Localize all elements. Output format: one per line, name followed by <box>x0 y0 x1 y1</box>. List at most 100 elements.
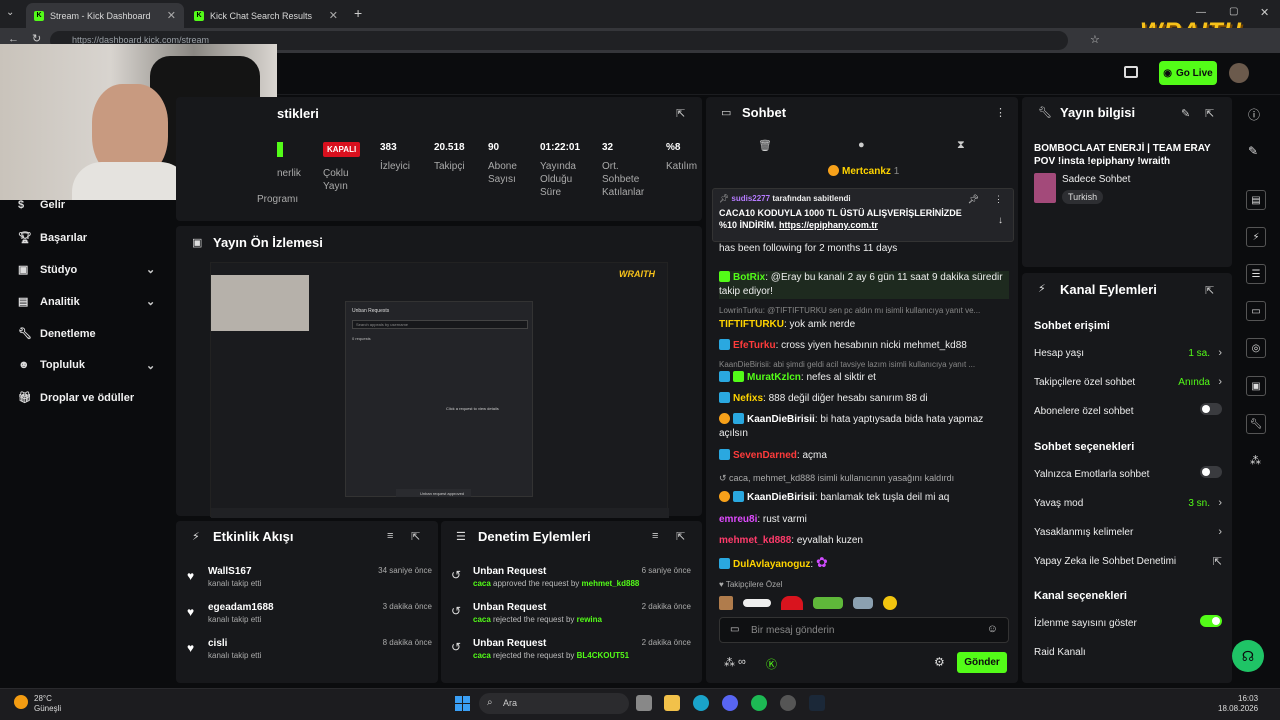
emote-row[interactable] <box>719 594 1009 612</box>
close-tab-icon[interactable]: ✕ <box>167 9 176 22</box>
sidebar-item-community[interactable]: ☻ Topluluk ⌄ <box>18 359 155 372</box>
clock[interactable]: 16:03 18.08.2026 <box>1218 694 1258 714</box>
ai-moderation-setting[interactable]: Yapay Zeka ile Sohbet Denetimi ⇱ <box>1034 556 1222 568</box>
wrench-widget-icon[interactable]: 🔧︎ <box>1246 414 1266 434</box>
chevron-right-icon: › <box>1218 497 1222 509</box>
chat-message: MuratKzlcn: nefes al siktir et <box>719 371 1009 385</box>
collapse-arrow-icon[interactable]: ↓ <box>998 215 1003 226</box>
external-link-icon: ⇱ <box>1212 556 1222 568</box>
filter-icon[interactable]: ≡ <box>652 530 658 542</box>
followers-only-setting[interactable]: Takipçilere özel sohbet Anında › <box>1034 376 1222 388</box>
file-explorer-icon[interactable] <box>664 695 680 711</box>
media-widget-icon[interactable]: ▣ <box>1246 376 1266 396</box>
search-icon: ⌕ <box>487 697 493 708</box>
status-green-chip <box>277 142 283 157</box>
show-viewcount-toggle[interactable] <box>1200 615 1222 627</box>
unpin-icon[interactable]: 📌︎ <box>968 194 979 205</box>
emote-icon[interactable] <box>719 596 733 610</box>
spotify-icon[interactable] <box>751 695 767 711</box>
slow-mode-setting[interactable]: Yavaş mod 3 sn. › <box>1034 497 1222 509</box>
studio-icon: ▣ <box>18 264 29 276</box>
chat-input[interactable]: ▭ Bir mesaj gönderin ☺ <box>719 617 1009 643</box>
more-vertical-icon[interactable]: ⋮ <box>994 194 1003 205</box>
pinned-link[interactable]: https://epiphany.com.tr <box>779 220 878 230</box>
gift-badge-icon <box>828 165 839 176</box>
popout-icon[interactable]: ⇱ <box>676 530 685 543</box>
support-chat-button[interactable]: ☊ <box>1232 640 1264 672</box>
banned-words-setting[interactable]: Yasaklanmış kelimeler › <box>1034 526 1222 538</box>
chat-widget-icon[interactable]: ▭ <box>1246 301 1266 321</box>
sidebar-item-studio[interactable]: ▣ Stüdyo ⌄ <box>18 263 155 277</box>
category-name[interactable]: Sadece Sohbet <box>1062 174 1130 185</box>
emote-icon[interactable] <box>883 596 897 610</box>
sparkle-icon[interactable]: ⁂ <box>724 656 735 669</box>
minimize-window-icon[interactable]: — <box>1196 7 1206 18</box>
maximize-window-icon[interactable]: ▢ <box>1229 6 1238 17</box>
language-tag: Turkish <box>1062 190 1104 204</box>
kick-favicon-icon: K <box>194 10 204 21</box>
bookmark-star-icon[interactable]: ☆ <box>1090 33 1100 46</box>
sidebar-item-analytics[interactable]: ▤ Analitik ⌄ <box>18 295 155 309</box>
broadcast-widget-icon[interactable]: ◎ <box>1246 338 1266 358</box>
gear-icon[interactable]: ⚙ <box>934 655 945 669</box>
avatar[interactable] <box>1229 63 1249 83</box>
emote-only-toggle[interactable] <box>1200 466 1222 478</box>
app-icon[interactable] <box>780 695 796 711</box>
kick-k-icon[interactable]: Ⓚ <box>766 656 777 672</box>
sidebar-item-revenue[interactable]: $ Gelir <box>18 199 65 211</box>
emote-icon[interactable] <box>781 596 803 610</box>
taskbar-search[interactable]: ⌕ Ara <box>479 693 629 714</box>
close-tab-icon[interactable]: ✕ <box>329 9 338 22</box>
more-vertical-icon[interactable]: ⋮ <box>995 106 1006 119</box>
close-window-icon[interactable]: ✕ <box>1260 6 1269 19</box>
trash-icon[interactable]: 🗑︎ <box>758 139 772 152</box>
edge-icon[interactable] <box>693 695 709 711</box>
sub-badge-icon <box>719 339 730 350</box>
community-widget-icon[interactable]: ⁂ <box>1250 454 1261 467</box>
emote-icon[interactable] <box>853 597 873 609</box>
popout-icon[interactable]: ⇱ <box>676 107 685 120</box>
browser-tab-dashboard[interactable]: K Stream - Kick Dashboard ✕ <box>26 3 184 28</box>
sidebar-item-achievements[interactable]: 🏆︎ Başarılar <box>18 231 87 245</box>
stats-widget-icon[interactable]: ▤ <box>1246 190 1266 210</box>
weather-widget[interactable]: 28°C Güneşli <box>34 694 61 714</box>
browser-tab-chat-search[interactable]: K Kick Chat Search Results ✕ <box>186 3 346 28</box>
popout-icon[interactable]: ⇱ <box>411 530 420 543</box>
popout-icon[interactable]: ⇱ <box>1205 107 1214 120</box>
popout-icon[interactable]: ⇱ <box>1205 284 1214 297</box>
discord-icon[interactable] <box>722 695 738 711</box>
emote-icon[interactable] <box>813 597 843 609</box>
tab-list-chevron-icon[interactable]: ⌄ <box>6 7 14 18</box>
raid-channel-setting[interactable]: Raid Kanalı <box>1034 647 1222 658</box>
emote-icon[interactable] <box>743 599 771 607</box>
edit-icon[interactable]: ✎ <box>1181 107 1190 120</box>
list-widget-icon[interactable]: ☰ <box>1246 264 1266 284</box>
community-icon: ☻ <box>18 359 30 371</box>
new-tab-icon[interactable]: + <box>354 5 362 21</box>
verified-badge-icon <box>733 371 744 382</box>
lightning-icon: ⚡︎ <box>192 531 200 543</box>
filter-icon[interactable]: ≡ <box>387 530 393 542</box>
history-icon: ↺ <box>719 473 730 483</box>
chevron-down-icon: ⌄ <box>146 264 156 276</box>
lightning-widget-icon[interactable]: ⚡︎ <box>1246 227 1266 247</box>
account-age-setting[interactable]: Hesap yaşı 1 sa. › <box>1034 347 1222 359</box>
start-button[interactable] <box>455 696 470 711</box>
go-live-button[interactable]: ◉ Go Live <box>1159 61 1217 85</box>
section-chat-access: Sohbet erişimi <box>1034 320 1110 332</box>
chat-icon: ▭ <box>730 624 740 635</box>
chat-bubble-icon[interactable]: ● <box>858 139 865 151</box>
info-icon[interactable]: ⓘ <box>1248 106 1260 123</box>
subscribers-only-toggle[interactable] <box>1200 403 1222 415</box>
sidebar-item-moderation[interactable]: 🔧︎ Denetleme <box>18 327 96 341</box>
infinity-icon[interactable]: ∞ <box>738 656 746 668</box>
task-view-icon[interactable] <box>636 695 652 711</box>
emoji-icon[interactable]: ☺ <box>987 623 998 635</box>
pencil-icon[interactable]: ✎ <box>1248 144 1258 158</box>
preview-video[interactable]: WRAITH Unban Requests Search appeals by … <box>210 262 669 518</box>
hourglass-icon[interactable]: ⧗ <box>957 139 965 152</box>
studio-icon[interactable] <box>1124 66 1138 78</box>
sidebar-item-drops[interactable]: 🎁︎ Droplar ve ödüller <box>18 391 134 405</box>
steam-icon[interactable] <box>809 695 825 711</box>
send-button[interactable]: Gönder <box>957 652 1007 673</box>
